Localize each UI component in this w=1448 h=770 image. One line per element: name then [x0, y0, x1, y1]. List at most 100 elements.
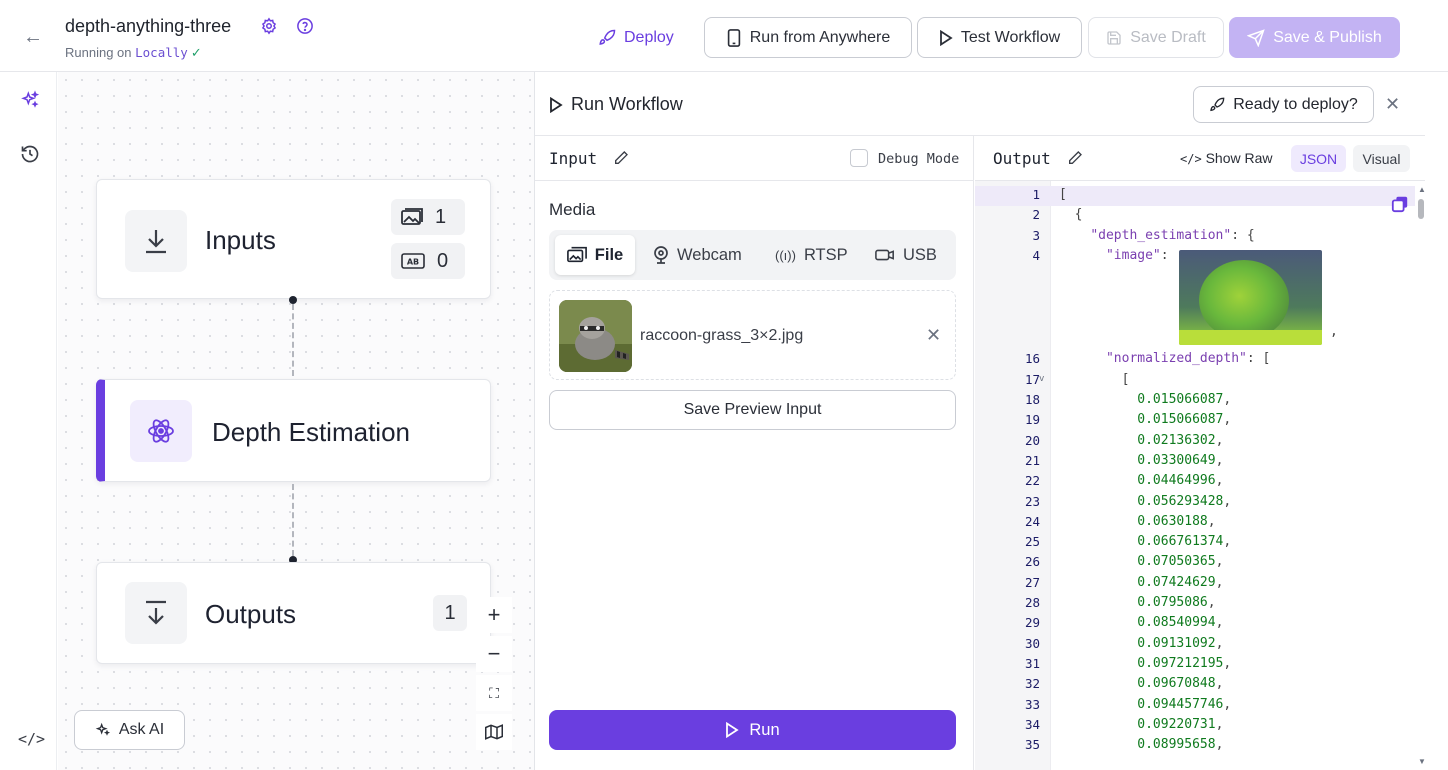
json-number: 0.07424629: [1137, 574, 1216, 590]
code-line: 0.097212195,: [1137, 655, 1232, 671]
line-number: 33: [1024, 696, 1040, 712]
copy-icon[interactable]: [1391, 195, 1409, 213]
active-line-highlight: [975, 186, 1415, 206]
deploy-label: Deploy: [624, 28, 674, 46]
output-header: Output </> Show Raw JSON Visual: [975, 136, 1425, 181]
depth-estimation-node[interactable]: Depth Estimation: [96, 379, 491, 482]
inputs-node[interactable]: Inputs 1 AB 0: [96, 179, 491, 299]
line-number: 18: [1024, 392, 1040, 407]
settings-gear-icon[interactable]: [260, 17, 278, 35]
help-icon[interactable]: [296, 17, 314, 35]
zoom-out-button[interactable]: −: [476, 636, 512, 672]
input-header: Input Debug Mode: [535, 136, 974, 181]
workflow-canvas[interactable]: Inputs 1 AB 0 Depth Estimation Outputs 1…: [58, 72, 534, 770]
save-preview-input-button[interactable]: Save Preview Input: [549, 390, 956, 430]
output-label: Output: [993, 149, 1051, 168]
debug-mode-label: Debug Mode: [878, 151, 960, 167]
output-arrow-icon: [125, 582, 187, 644]
output-scrollbar[interactable]: ▲ ▼: [1417, 181, 1426, 770]
line-number: 19: [1024, 412, 1040, 428]
tab-file[interactable]: File: [555, 235, 635, 275]
save-draft-button[interactable]: Save Draft: [1088, 17, 1224, 58]
back-arrow-icon[interactable]: ←: [22, 26, 44, 48]
json-number: 0.094457746: [1137, 696, 1224, 712]
left-rail: </>: [0, 72, 57, 770]
code-line: 0.094457746,: [1137, 696, 1232, 712]
code-line: 0.08540994,: [1137, 615, 1224, 631]
fit-view-button[interactable]: ⛶: [476, 675, 512, 711]
tab-webcam[interactable]: Webcam: [653, 235, 742, 275]
sparkle-icon[interactable]: [20, 90, 40, 110]
text-ab-icon: AB: [401, 253, 425, 269]
json-number: 0.0795086: [1137, 595, 1208, 610]
code-line: 0.0630188,: [1137, 513, 1216, 529]
tab-usb[interactable]: USB: [875, 235, 937, 275]
outputs-count-chip: 1: [433, 595, 467, 631]
line-number: 1: [1032, 187, 1040, 202]
test-workflow-label: Test Workflow: [960, 28, 1061, 46]
show-raw-button[interactable]: </> Show Raw: [1180, 150, 1273, 166]
minimap-button[interactable]: [476, 714, 512, 750]
ready-to-deploy-label: Ready to deploy?: [1233, 95, 1358, 113]
line-number: 20: [1024, 432, 1040, 448]
line-number: 4: [1032, 247, 1040, 263]
run-button[interactable]: Run: [549, 710, 956, 750]
run-label: Run: [749, 720, 780, 739]
inputs-connector-dot[interactable]: [289, 296, 297, 304]
image-count: 1: [435, 205, 447, 228]
code-line: 0.03300649,: [1137, 452, 1224, 468]
code-line: 0.015066087,: [1137, 412, 1232, 428]
line-number: 32: [1024, 676, 1040, 692]
zoom-in-button[interactable]: +: [476, 597, 512, 633]
visual-tab[interactable]: Visual: [1353, 145, 1410, 172]
code-view-icon[interactable]: </>: [18, 730, 45, 748]
ready-to-deploy-button[interactable]: Ready to deploy?: [1193, 86, 1374, 123]
antenna-icon: ((ı)): [775, 247, 796, 263]
show-raw-label: Show Raw: [1205, 150, 1273, 166]
image-trailing-comma: ,: [1330, 324, 1338, 339]
scroll-up-icon[interactable]: ▲: [1418, 185, 1426, 194]
save-publish-button[interactable]: Save & Publish: [1229, 17, 1400, 58]
json-number: 0.08540994: [1137, 615, 1216, 631]
json-number: 0.015066087: [1137, 392, 1224, 407]
line-number: 29: [1024, 615, 1040, 631]
edge-depth-outputs: [292, 484, 294, 556]
save-icon: [1107, 30, 1121, 45]
pencil-icon[interactable]: [1067, 150, 1083, 166]
deploy-button[interactable]: Deploy: [598, 17, 690, 58]
sparkle-icon: [95, 722, 110, 736]
json-number: 0.097212195: [1137, 655, 1224, 671]
text-input-chip: AB 0: [391, 243, 465, 279]
run-from-anywhere-button[interactable]: Run from Anywhere: [704, 17, 912, 58]
svg-text:AB: AB: [407, 258, 419, 267]
tab-webcam-label: Webcam: [677, 245, 742, 264]
json-tab[interactable]: JSON: [1291, 145, 1346, 172]
history-icon[interactable]: [20, 144, 40, 164]
json-number: 0.0630188: [1137, 513, 1208, 529]
code-line: 0.09220731,: [1137, 716, 1224, 732]
ask-ai-button[interactable]: Ask AI: [74, 710, 185, 750]
atom-icon: [130, 400, 192, 462]
ask-ai-label: Ask AI: [118, 721, 165, 738]
line-number: 2: [1032, 207, 1040, 223]
pencil-icon[interactable]: [613, 150, 629, 166]
test-workflow-button[interactable]: Test Workflow: [917, 17, 1082, 58]
play-icon: [939, 29, 953, 46]
close-icon[interactable]: ✕: [1385, 94, 1400, 115]
image-input-chip: 1: [391, 199, 465, 235]
scrollbar-thumb[interactable]: [1418, 199, 1424, 219]
json-output-viewer[interactable]: , v 1[2 {3 "depth_estimation": {4 "image…: [975, 181, 1417, 770]
running-location: Locally: [135, 45, 188, 60]
save-publish-label: Save & Publish: [1273, 28, 1382, 46]
code-line: [: [1059, 371, 1130, 387]
scroll-down-icon[interactable]: ▼: [1418, 757, 1426, 766]
json-number: 0.09220731: [1137, 716, 1216, 732]
line-number: 3: [1032, 227, 1040, 243]
depth-node-title: Depth Estimation: [212, 417, 410, 447]
debug-mode-checkbox[interactable]: [850, 149, 868, 167]
tab-rtsp[interactable]: ((ı)) RTSP: [775, 235, 848, 275]
outputs-node[interactable]: Outputs 1: [96, 562, 491, 664]
code-line: "image":: [1059, 248, 1169, 263]
line-number: 24: [1024, 513, 1040, 529]
remove-file-icon[interactable]: ✕: [926, 325, 941, 346]
